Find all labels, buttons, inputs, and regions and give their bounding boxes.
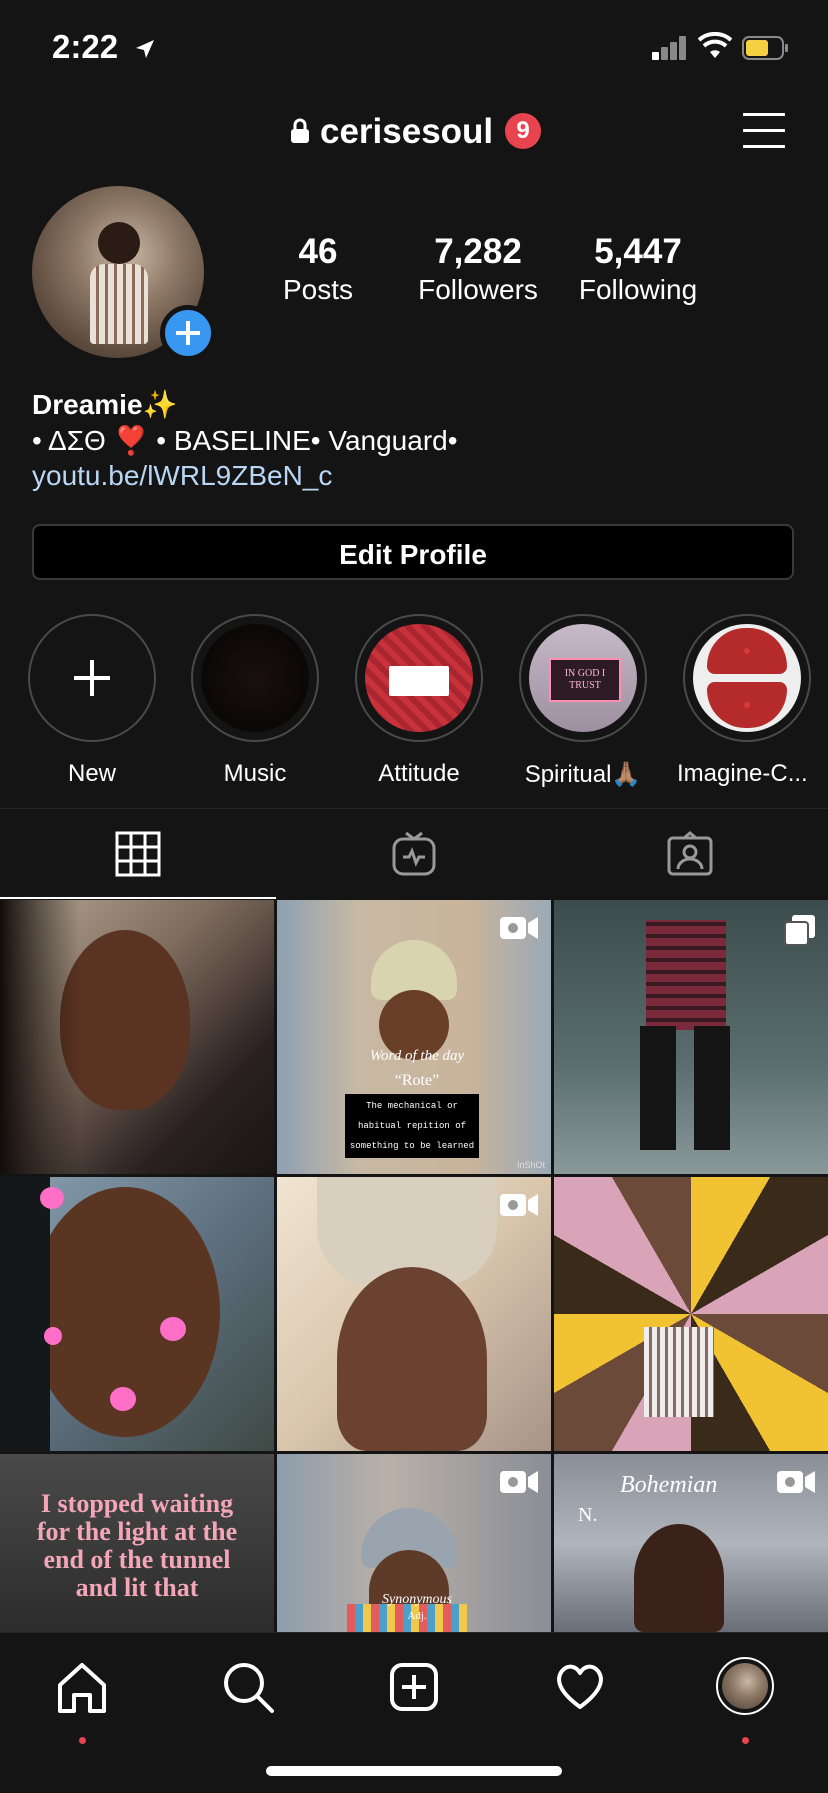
highlight-music-cover <box>201 624 309 732</box>
profile-username[interactable]: cerisesoul <box>320 112 493 152</box>
video-camera-icon <box>500 1471 538 1493</box>
cellular-signal-icon <box>652 36 686 60</box>
igtv-icon <box>392 831 436 876</box>
spiritual-cover-text: IN GOD I TRUST <box>564 668 606 691</box>
home-icon[interactable] <box>52 1657 112 1717</box>
profile-activity-dot <box>742 1737 749 1744</box>
notification-badge[interactable]: 9 <box>505 113 541 149</box>
active-tab-underline <box>0 897 276 899</box>
tagged-user-icon <box>667 831 713 876</box>
bio-link[interactable]: youtu.be/lWRL9ZBeN_c <box>32 460 332 492</box>
following-count: 5,447 <box>594 232 682 271</box>
followers-count: 7,282 <box>434 232 522 271</box>
status-time: 2:22 <box>52 28 119 65</box>
following-label: Following <box>578 274 698 305</box>
bio-text: • ΔΣΘ ❣️ • BASELINE• Vanguard• <box>32 425 458 456</box>
post-quote[interactable]: I stopped waiting for the light at the e… <box>0 1454 274 1632</box>
highlight-label: New <box>67 760 116 787</box>
following-stat[interactable]: 5,447 Following <box>566 232 710 306</box>
profile-tabs <box>0 808 828 899</box>
add-story-plus-icon[interactable] <box>160 305 216 361</box>
wifi-icon <box>698 32 732 58</box>
edit-profile-button[interactable]: Edit Profile <box>32 524 794 580</box>
synonymous-text: Synonymous <box>382 1592 452 1607</box>
posts-label: Posts <box>282 274 354 305</box>
post-thumbnail[interactable] <box>0 1177 274 1451</box>
followers-label: Followers <box>418 274 538 305</box>
video-camera-icon <box>500 917 538 939</box>
highlight-new-ring <box>28 614 156 742</box>
highlight-label: Spiritual🙏🏽 <box>524 761 642 788</box>
battery-icon <box>742 36 788 60</box>
highlight-imagine[interactable]: Imagine-C... <box>677 614 811 788</box>
posts-count: 46 <box>298 232 338 271</box>
post-video-bohemian[interactable]: Bohemian N. <box>554 1454 828 1632</box>
post-thumbnail[interactable] <box>0 900 274 1174</box>
highlight-label: Music <box>223 760 287 787</box>
followers-stat[interactable]: 7,282 Followers <box>404 232 552 306</box>
post-video[interactable] <box>277 1177 551 1451</box>
menu-icon[interactable] <box>743 112 785 148</box>
profile-tab-avatar-image <box>722 1663 768 1709</box>
tab-tagged[interactable] <box>552 809 828 899</box>
video-camera-icon <box>777 1471 815 1493</box>
word-of-day-title: Word of the day <box>369 1048 465 1064</box>
posts-stat[interactable]: 46 Posts <box>262 232 374 306</box>
highlight-spiritual-cover: IN GOD I TRUST <box>529 624 637 732</box>
grid-icon <box>115 831 161 877</box>
highlight-label: Imagine-C... <box>677 760 808 787</box>
post-collage[interactable] <box>554 1177 828 1451</box>
search-icon[interactable] <box>218 1657 278 1717</box>
quote-text: I stopped waiting for the light at the e… <box>36 1489 238 1602</box>
tab-grid[interactable] <box>0 809 276 899</box>
home-indicator <box>266 1766 562 1776</box>
synonymous-sub-text: Adj. <box>407 1610 427 1622</box>
new-post-icon[interactable] <box>384 1657 444 1717</box>
display-name: Dreamie✨ <box>32 389 178 420</box>
location-arrow-icon <box>136 40 154 58</box>
highlight-new[interactable]: New <box>28 614 156 788</box>
post-video-rote[interactable]: Word of the day “Rote” The mechanical or… <box>277 900 551 1174</box>
highlight-music[interactable]: Music <box>191 614 319 788</box>
highlight-label: Attitude <box>378 760 460 787</box>
post-video-synonymous[interactable]: Synonymous Adj. <box>277 1454 551 1632</box>
plus-icon <box>74 660 110 696</box>
post-carousel[interactable] <box>554 900 828 1174</box>
lock-icon <box>291 118 309 143</box>
highlight-attitude[interactable]: Attitude <box>355 614 483 788</box>
video-camera-icon <box>500 1194 538 1216</box>
inshot-watermark: InShOt <box>516 1160 545 1170</box>
carousel-icon <box>784 915 815 946</box>
highlight-spiritual[interactable]: IN GOD I TRUST Spiritual🙏🏽 <box>519 614 647 789</box>
highlight-attitude-cover <box>365 624 473 732</box>
profile-tab-avatar[interactable] <box>716 1657 774 1715</box>
word-of-day-definition: The mechanical or habitual repition of s… <box>345 1094 479 1158</box>
tab-igtv[interactable] <box>276 809 552 899</box>
home-activity-dot <box>79 1737 86 1744</box>
highlight-imagine-cover <box>693 624 801 732</box>
bohemian-text: Bohemian <box>620 1472 718 1498</box>
heart-icon[interactable] <box>550 1657 610 1717</box>
bohemian-sub-text: N. <box>578 1504 598 1526</box>
word-of-day-word: “Rote” <box>394 1072 440 1089</box>
